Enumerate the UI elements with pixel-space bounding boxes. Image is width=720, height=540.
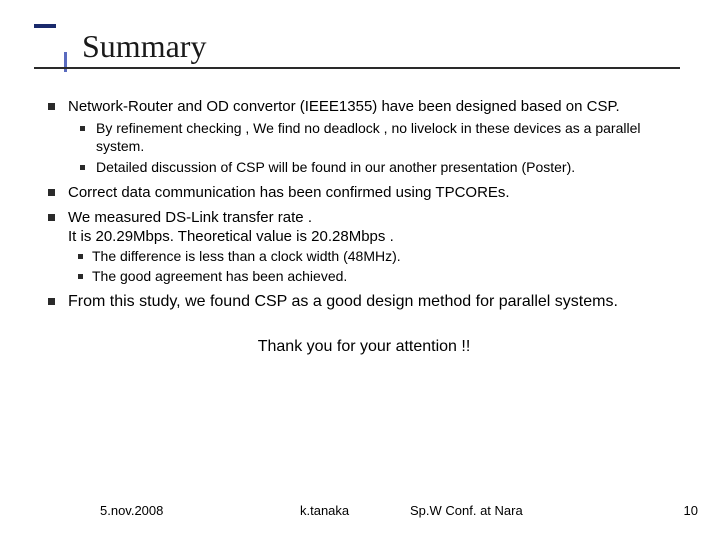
bullet-3-line2: It is 20.29Mbps. Theoretical value is 20… (68, 228, 394, 245)
bullet-4: From this study, we found CSP as a good … (48, 292, 680, 312)
thanks-line: Thank you for your attention !! (48, 337, 680, 357)
bullet-3b: The good agreement has been achieved. (68, 268, 680, 286)
bullet-3-text: We measured DS-Link transfer rate . (68, 209, 312, 226)
bullet-1a: By refinement checking , We find no dead… (68, 120, 680, 156)
footer-conference: Sp.W Conf. at Nara (410, 503, 523, 518)
slide-footer: 5.nov.2008 k.tanaka Sp.W Conf. at Nara 1… (0, 503, 720, 518)
slide-title-block: Summary (0, 0, 720, 65)
bullet-1b: Detailed discussion of CSP will be found… (68, 159, 680, 177)
bullet-2: Correct data communication has been conf… (48, 183, 680, 202)
slide-title: Summary (82, 28, 720, 65)
accent-dash-icon (34, 24, 56, 28)
accent-bar-icon (64, 52, 67, 72)
bullet-3: We measured DS-Link transfer rate . It i… (48, 208, 680, 286)
bullet-1-text: Network-Router and OD convertor (IEEE135… (68, 98, 620, 115)
bullet-1: Network-Router and OD convertor (IEEE135… (48, 97, 680, 177)
footer-page-number: 10 (684, 503, 698, 518)
footer-date: 5.nov.2008 (100, 503, 300, 518)
title-underline (34, 67, 680, 69)
slide-body: Network-Router and OD convertor (IEEE135… (0, 65, 720, 357)
footer-author: k.tanaka (300, 503, 410, 518)
bullet-3a: The difference is less than a clock widt… (68, 248, 680, 266)
